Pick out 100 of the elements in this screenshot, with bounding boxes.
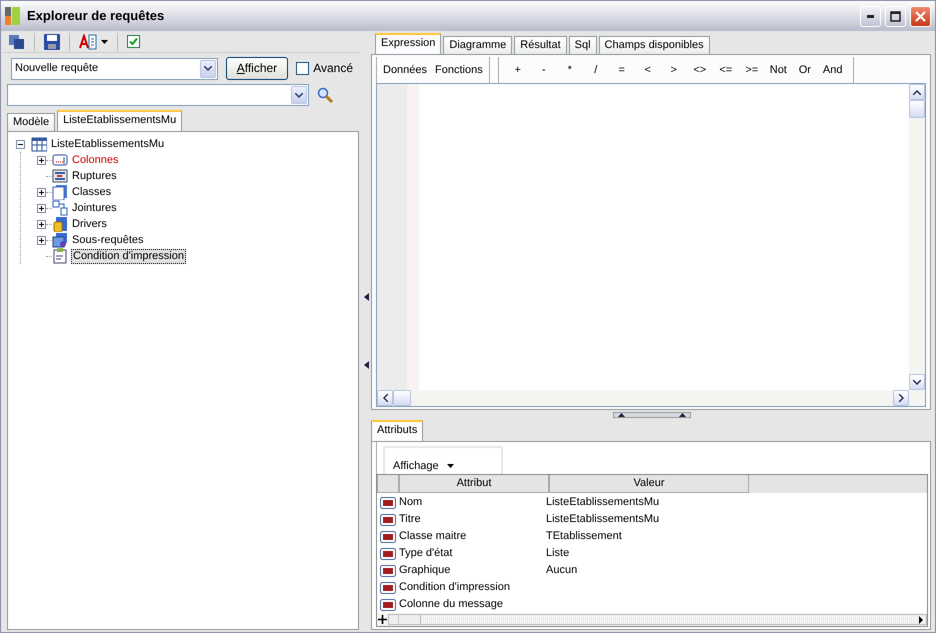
checkbox-icon[interactable] [127,35,140,48]
vertical-scrollbar[interactable] [909,84,925,406]
table-cell-text: Type d'état [398,546,454,560]
display-dropdown-button[interactable]: Affichage [383,446,503,474]
operator-button[interactable]: * [556,64,583,77]
expand-icon[interactable] [37,204,46,213]
operator-button[interactable]: <> [686,64,713,77]
collapse-arrow-icon[interactable] [364,292,368,300]
table-cell: ListeEtablissementsMu [546,496,660,510]
table-cell: Liste [546,546,570,560]
save-icon[interactable] [44,34,60,50]
tab[interactable]: Sql [568,36,597,54]
scroll-up-button[interactable] [909,84,925,100]
operator-button[interactable]: Or [792,64,818,77]
row-header-corner [377,475,399,493]
tab[interactable]: Modèle [7,113,56,132]
close-button[interactable] [910,6,931,26]
clipboard-icon [52,248,68,264]
table-cell-text: Titre [398,512,422,526]
tab[interactable]: Diagramme [443,36,512,54]
operator-button[interactable]: - [530,64,557,77]
tree-item[interactable]: Classes [71,186,112,199]
expand-icon[interactable] [37,220,46,229]
scroll-left-button[interactable] [377,390,393,406]
text-field-icon [380,530,396,542]
column-header[interactable]: Valeur [549,475,749,493]
database-icon [52,216,68,232]
horizontal-scrollbar[interactable] [377,390,909,406]
operator-button[interactable]: < [634,64,661,77]
arrow-icon [919,616,924,624]
caret-icon[interactable] [101,40,108,44]
operator-button[interactable]: > [660,64,687,77]
document-icon [52,184,68,200]
maximize-icon [890,10,901,22]
search-dropdown[interactable] [7,84,309,106]
tree-item[interactable]: Condition d'impression [71,248,186,264]
collapse-icon[interactable] [16,140,25,149]
table-icon [31,136,47,152]
caret-icon [446,464,454,468]
window-icon [52,232,68,248]
list-icon [52,168,68,184]
advanced-checkbox[interactable] [296,62,310,75]
scroll-right-button[interactable] [893,390,909,406]
operator-button[interactable]: + [504,64,531,77]
menu-button[interactable]: Fonctions [435,64,483,77]
operator-button[interactable]: Not [764,64,792,77]
advanced-label: Avancé [313,61,353,76]
scroll-thumb[interactable] [909,100,925,118]
tab[interactable]: Attributs [371,420,424,441]
text-field-icon [380,548,396,560]
query-dropdown[interactable]: Nouvelle requête [11,58,218,80]
link-icon [52,200,68,216]
tree-item[interactable]: Sous-requêtes [71,234,145,247]
tree-item[interactable]: ListeEtablissementsMu [50,138,166,151]
operator-button[interactable]: = [608,64,635,77]
text-field-icon [380,582,396,594]
copy-icon[interactable] [9,34,25,48]
menu-button[interactable]: Données [383,64,428,77]
table-cell-text: Condition d'impression [398,580,511,594]
table-cell-text: Colonne du message [398,598,504,612]
add-icon[interactable] [377,614,388,625]
column-header[interactable]: Attribut [399,475,549,493]
text-field-icon [380,564,396,576]
horizontal-scrollbar[interactable] [388,614,927,625]
scroll-thumb[interactable] [393,390,411,406]
text-field-icon [380,514,396,526]
table-cell-text: Nom [398,496,424,510]
font-icon[interactable] [79,34,97,50]
minimize-button[interactable] [860,6,881,26]
collapse-arrow-icon[interactable] [364,360,368,368]
table-cell-text: Graphique [398,564,452,578]
show-button[interactable]: Afficher [226,57,288,80]
tab[interactable]: Champs disponibles [598,36,710,54]
window-title: Exploreur de requêtes [27,8,164,24]
tab[interactable]: Expression [375,33,442,54]
scroll-down-button[interactable] [909,374,925,390]
splitter-handle[interactable] [613,412,691,418]
operator-button[interactable]: And [818,64,848,77]
search-icon[interactable] [317,87,333,103]
table-cell-text: Classe maitre [398,530,468,544]
tab[interactable]: ListeEtablissementsMu [57,110,182,132]
tab[interactable]: Résultat [514,36,567,54]
expand-icon[interactable] [37,236,46,245]
app-icon [5,7,21,25]
maximize-button[interactable] [885,6,906,26]
text-field-icon [380,496,396,508]
scroll-thumb[interactable] [399,615,421,624]
tree-item[interactable]: Jointures [71,202,118,215]
operator-button[interactable]: / [582,64,609,77]
expand-icon[interactable] [37,156,46,165]
column-icon [52,152,68,168]
operator-button[interactable]: >= [738,64,765,77]
minimize-icon [867,14,874,18]
expand-icon[interactable] [37,188,46,197]
operator-button[interactable]: <= [712,64,739,77]
text-field-icon [380,598,396,610]
tree-item[interactable]: Ruptures [71,170,118,183]
close-icon [915,10,926,22]
tree-item[interactable]: Colonnes [71,154,120,167]
tree-item[interactable]: Drivers [71,218,108,231]
